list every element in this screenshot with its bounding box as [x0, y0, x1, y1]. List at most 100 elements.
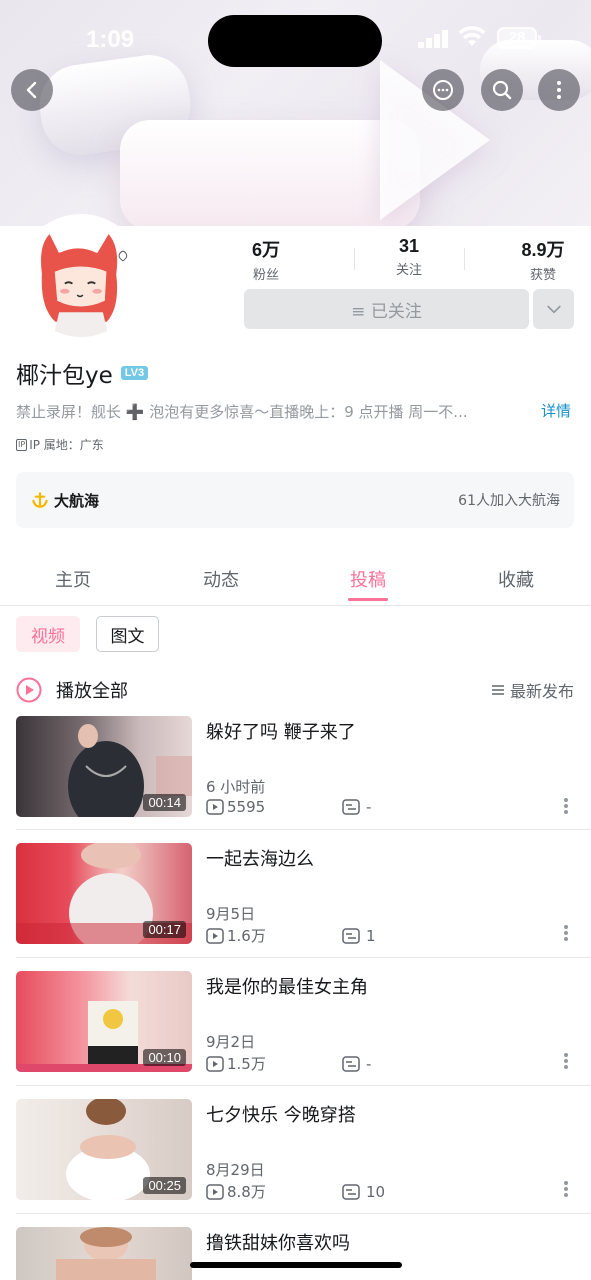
video-meta: 1.5万 -: [206, 1053, 566, 1074]
video-date: 9月5日: [206, 905, 256, 923]
avatar-illustration: [21, 217, 141, 337]
video-title[interactable]: 我是你的最佳女主角: [206, 973, 368, 999]
play-count-icon: [206, 927, 224, 944]
follow-options-button[interactable]: [533, 289, 574, 329]
danmaku-count-value: 1: [366, 926, 376, 945]
video-duration: 00:25: [143, 1177, 186, 1194]
play-all-row: 播放全部 最新发布: [16, 674, 574, 706]
video-item[interactable]: 00:25 七夕快乐 今晚穿搭 8月29日 8.8万 10: [16, 1099, 574, 1201]
filter-article[interactable]: 图文: [96, 616, 159, 652]
stats-divider: [354, 248, 355, 270]
following-button[interactable]: ≡ 已关注: [244, 289, 529, 329]
more-vertical-icon: [557, 81, 561, 99]
play-count-value: 1.6万: [227, 927, 266, 945]
danmaku-count: 1: [342, 927, 376, 945]
search-button[interactable]: [481, 69, 523, 111]
play-count-value: 5595: [227, 798, 266, 816]
bio-detail-link[interactable]: 详情: [541, 400, 571, 421]
danmaku-count: -: [342, 798, 371, 816]
stats-divider: [464, 248, 465, 270]
danmaku-count: -: [342, 1055, 371, 1073]
play-circle-icon[interactable]: [16, 677, 42, 703]
fleet-banner[interactable]: 大航海 61人加入大航海: [16, 472, 574, 528]
play-count-icon: [206, 1055, 224, 1072]
anchor-icon: [32, 492, 48, 508]
video-item[interactable]: 00:10 我是你的最佳女主角 9月2日 1.5万 -: [16, 971, 574, 1073]
following-button-label: ≡ 已关注: [351, 301, 422, 322]
profile-name: 椰汁包ye LV3: [16, 356, 149, 390]
more-vertical-icon[interactable]: [562, 1179, 570, 1201]
chevron-left-icon: [26, 81, 37, 99]
dynamic-island: [208, 15, 382, 67]
video-meta: 8.8万 10: [206, 1181, 566, 1202]
list-icon: [491, 685, 504, 695]
profile-bio: 禁止录屏！舰长 ➕ 泡泡有更多惊喜～直播晚上：9 点开播 周一不...: [16, 403, 468, 421]
video-duration: 00:10: [143, 1049, 186, 1066]
video-meta: 1.6万 1: [206, 925, 566, 946]
video-duration: 00:14: [143, 794, 186, 811]
tab-favorites[interactable]: 收藏: [498, 566, 534, 592]
danmaku-count-value: -: [366, 798, 372, 816]
likes-count: 8.9万: [521, 240, 565, 260]
video-thumbnail[interactable]: 00:17: [16, 843, 192, 944]
video-date: 6 小时前: [206, 778, 266, 796]
followers-count: 6万: [251, 240, 280, 260]
more-vertical-icon[interactable]: [562, 1051, 570, 1073]
back-button[interactable]: [11, 69, 53, 111]
profile-stats: 6万 粉丝 31 关注 8.9万 获赞: [244, 236, 574, 283]
more-options-button[interactable]: [538, 69, 580, 111]
play-count: 1.5万: [206, 1053, 342, 1074]
video-item[interactable]: 00:14 躲好了吗 鞭子来了 6 小时前 5595 -: [16, 716, 574, 818]
username: 椰汁包ye: [16, 363, 113, 389]
battery-icon: 28: [497, 27, 541, 49]
video-thumbnail[interactable]: 00:25: [16, 1099, 192, 1200]
video-thumbnail[interactable]: 00:14: [16, 716, 192, 817]
video-thumbnail[interactable]: 00:10: [16, 971, 192, 1072]
video-date: 9月2日: [206, 1033, 256, 1051]
video-title[interactable]: 一起去海边么: [206, 845, 314, 871]
play-count: 1.6万: [206, 925, 342, 946]
status-bar: 1:09 28: [0, 0, 591, 80]
tab-dynamics[interactable]: 动态: [203, 566, 239, 592]
filter-video[interactable]: 视频: [16, 616, 80, 652]
signal-icon: [418, 30, 450, 48]
tab-home[interactable]: 主页: [55, 566, 91, 592]
video-item[interactable]: 00:17 一起去海边么 9月5日 1.6万 1: [16, 843, 574, 945]
wifi-icon: [458, 26, 486, 46]
profile-tabs: 主页 动态 投稿 收藏: [0, 560, 591, 606]
following-count: 31: [398, 236, 420, 256]
status-time: 1:09: [86, 26, 135, 53]
avatar[interactable]: [18, 214, 144, 340]
video-title[interactable]: 躲好了吗 鞭子来了: [206, 718, 356, 744]
stat-likes[interactable]: 8.9万 获赞: [512, 236, 574, 283]
ip-location: IP IP 属地：广东: [16, 436, 104, 453]
fleet-summary: 61人加入大航海: [458, 493, 560, 509]
followers-label: 粉丝: [252, 268, 279, 283]
video-item[interactable]: 撸铁甜妹你喜欢吗: [16, 1227, 574, 1280]
stat-followers[interactable]: 6万 粉丝: [244, 236, 288, 283]
message-button[interactable]: [422, 69, 464, 111]
play-all-button[interactable]: 播放全部: [56, 677, 128, 703]
ip-icon: IP: [16, 438, 28, 451]
play-count: 5595: [206, 798, 342, 816]
sort-button[interactable]: 最新发布: [490, 678, 574, 702]
divider: [16, 1085, 591, 1086]
divider: [16, 829, 591, 830]
stat-following[interactable]: 31 关注: [389, 236, 429, 278]
danmaku-count-value: -: [366, 1054, 372, 1073]
sort-label: 最新发布: [509, 682, 574, 701]
tab-submissions[interactable]: 投稿: [350, 566, 386, 592]
play-count: 8.8万: [206, 1181, 342, 1202]
chevron-down-icon: [546, 305, 561, 314]
video-title[interactable]: 七夕快乐 今晚穿搭: [206, 1101, 356, 1127]
play-count-icon: [206, 799, 224, 815]
danmaku-icon: [342, 1055, 360, 1072]
video-title[interactable]: 撸铁甜妹你喜欢吗: [206, 1229, 350, 1255]
play-count-value: 1.5万: [227, 1055, 266, 1073]
video-thumbnail[interactable]: [16, 1227, 192, 1280]
more-vertical-icon[interactable]: [562, 923, 570, 945]
thumbnail-image: [56, 1227, 156, 1280]
divider: [16, 957, 591, 958]
more-vertical-icon[interactable]: [562, 796, 570, 818]
play-count-icon: [206, 1183, 224, 1200]
